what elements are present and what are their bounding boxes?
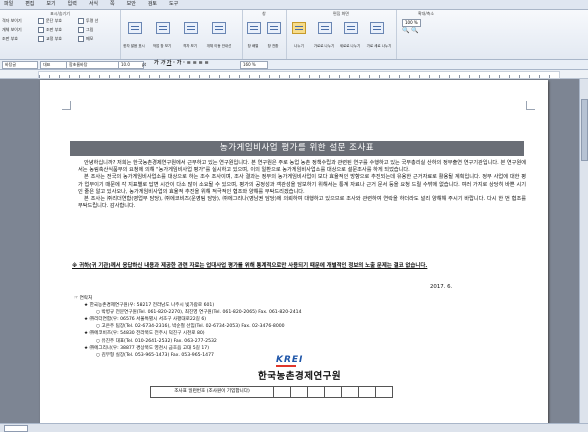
ribbon-group-title: 표시/숨기기 <box>50 11 70 16</box>
para-mark-checkbox[interactable]: 문단 부호 <box>38 18 62 24</box>
unit-label: pt <box>142 62 147 67</box>
menu-page[interactable]: 쪽 <box>106 0 123 8</box>
proof-mark-checkbox[interactable]: 교정 부호 <box>38 36 62 42</box>
ribbon-group-show-hide: 표시/숨기기 격자 보이기 개체 보이기 조판 부호 문단 부호 조판 부호 교… <box>0 10 121 59</box>
ribbon-group-edit-screen: 편집 화면 나누기 가로로 나누기 세로로 나누기 가로 세로 나누기 <box>286 10 397 59</box>
picture-checkbox[interactable]: 그림 <box>78 27 93 33</box>
hanja-icon[interactable] <box>128 22 142 34</box>
zoom-icons[interactable]: 🔍 🔍 <box>402 28 419 34</box>
split-label: 나누기 <box>294 44 304 48</box>
split-both-icon[interactable] <box>370 22 384 34</box>
menu-edit[interactable]: 편집 <box>21 0 42 8</box>
zoom-select[interactable]: 100 % <box>402 19 421 27</box>
margin-corner-tr <box>526 101 535 110</box>
edit-screen-group-title: 편집 화면 <box>333 11 349 16</box>
logo-accent-line <box>276 365 296 367</box>
margin-corner-tl <box>62 101 71 110</box>
contact-org: ★ ㈜에코비즈(우: 54830 전라북도 전주시 덕진구 시천로 80) <box>84 331 205 337</box>
grid-show-label[interactable]: 격자 보이기 <box>2 18 22 23</box>
contact-person: ○ 유진주 대표(Tel. 010-2641-2532) Fax. 063-27… <box>96 338 217 344</box>
privacy-notice: ※ 귀하(귀 기관)께서 응답하신 내용과 제공한 관련 자료는 업대사업 평가… <box>72 263 428 269</box>
arrange-window-icon[interactable] <box>247 22 261 34</box>
font-size-input[interactable]: 10.0 <box>118 61 144 69</box>
taskpane-icon[interactable] <box>156 22 170 34</box>
split-vertical-icon[interactable] <box>344 22 358 34</box>
serial-cell[interactable] <box>274 387 291 397</box>
memo-checkbox[interactable]: 메모 <box>78 36 93 42</box>
contact-org: ★ 한국농촌경제연구원(우: 58217 전라남도 나주시 빛가람로 601) <box>84 303 215 309</box>
serial-cell[interactable] <box>325 387 342 397</box>
ribbon-group-window: 창 창 배열 창 전환 <box>242 10 287 59</box>
menu-file[interactable]: 파일 <box>0 0 21 8</box>
guide-label: 개체 이동 안내선 <box>206 44 232 48</box>
split-horizontal-label: 가로로 나누기 <box>313 44 335 48</box>
grid-icon[interactable] <box>184 22 198 34</box>
krei-logo: KREI <box>276 355 304 365</box>
guide-icon[interactable] <box>212 22 226 34</box>
scroll-thumb[interactable] <box>581 99 588 161</box>
contact-org: ★ ㈜리더연합(우: 06576 서울특별시 서초구 사평대로22길 6) <box>84 317 207 323</box>
contacts-title: ☞ 연락처 <box>74 296 93 301</box>
serial-cell[interactable] <box>342 387 359 397</box>
menu-review[interactable]: 검토 <box>144 0 165 8</box>
menu-view[interactable]: 보기 <box>42 0 63 8</box>
markup-label[interactable]: 조판 부호 <box>2 36 18 41</box>
grid-label: 격자 보기 <box>183 44 197 48</box>
document-date: 2017. 6. <box>430 284 453 290</box>
menu-format[interactable]: 서식 <box>85 0 106 8</box>
contact-person: ○ 박병규 전문연구원(Tel. 061-820-2270), 최진영 연구원(… <box>96 310 302 316</box>
organization-name: 한국농촌경제연구원 <box>258 371 342 382</box>
font-lang-select[interactable]: 대표 <box>40 61 68 69</box>
format-toolbar: 바탕글 대표 함초롬바탕 10.0 pt 가 가 가 · 가 · ≡ ≡ ≡ ≡… <box>0 60 588 70</box>
menu-security[interactable]: 보안 <box>123 0 144 8</box>
style-select[interactable]: 바탕글 <box>2 61 38 69</box>
serial-cell[interactable] <box>376 387 392 397</box>
ribbon-group-zoom: 확대/축소 100 % 🔍 🔍 <box>396 10 456 59</box>
ctrl-mark-checkbox[interactable]: 조판 부호 <box>38 27 62 33</box>
page-tab[interactable] <box>4 425 28 432</box>
contact-person: ○ 고은주 팀장(Tel. 02-6734-2316), 박순철 선임(Tel.… <box>96 324 285 330</box>
paragraph-purpose: 본 조사는 전국의 농가게임비사업소를 대상으로 하는 조수 조사이며, 조사 … <box>78 174 526 195</box>
serial-cell[interactable] <box>359 387 376 397</box>
serial-cell[interactable] <box>308 387 325 397</box>
clear-line-checkbox[interactable]: 투명 선 <box>78 18 98 24</box>
split-vertical-label: 세로로 나누기 <box>339 44 361 48</box>
arrange-window-label: 창 배열 <box>247 44 259 48</box>
horizontal-ruler <box>0 70 588 79</box>
line-spacing-select[interactable]: 160 % <box>240 61 268 69</box>
menu-tools[interactable]: 도구 <box>165 0 186 8</box>
document-body: 안녕하십니까? 저희는 한국농촌경제연구원에서 근무하고 있는 연구원입니다. … <box>78 160 526 210</box>
paragraph-intro: 안녕하십니까? 저희는 한국농촌경제연구원에서 근무하고 있는 연구원입니다. … <box>78 160 526 174</box>
menu-insert[interactable]: 입력 <box>64 0 85 8</box>
serial-number-box: 조사표 일련번호 (조사원이 기입합니다) <box>150 386 393 398</box>
switch-window-icon[interactable] <box>267 22 281 34</box>
serial-cell[interactable] <box>291 387 308 397</box>
window-group-title: 창 <box>262 11 266 16</box>
document-title: 농가게임비사업 평가를 위한 설문 조사표 <box>70 141 524 156</box>
vertical-scrollbar[interactable] <box>579 79 588 424</box>
ribbon-group-view-tools: 한자 발음 표시 작업 창 보기 격자 보기 개체 이동 안내선 <box>120 10 243 59</box>
menu-bar: 파일 편집 보기 입력 서식 쪽 보안 검토 도구 <box>0 0 588 10</box>
contacts-section: ☞ 연락처 ★ 한국농촌경제연구원(우: 58217 전라남도 나주시 빛가람로… <box>74 295 514 359</box>
contact-org: ★ ㈜에그리나(우: 38877 경상북도 영천시 금호읍 고대 5길 17) <box>84 345 209 351</box>
text-style-buttons[interactable]: 가 가 가 · 가 · ≡ ≡ ≡ ≡ <box>154 61 209 66</box>
serial-number-label: 조사표 일련번호 (조사원이 기입합니다) <box>151 387 274 397</box>
paragraph-agency: 본 조사는 ㈜리더연합(영업부 담당), ㈜에코비즈(운영팀 담당), ㈜에그리… <box>78 196 526 210</box>
hanja-label: 한자 발음 표시 <box>123 44 145 48</box>
split-icon[interactable] <box>292 22 306 34</box>
horizontal-scrollbar[interactable] <box>0 423 588 432</box>
taskpane-label: 작업 창 보기 <box>152 44 172 48</box>
split-horizontal-icon[interactable] <box>318 22 332 34</box>
zoom-group-title: 확대/축소 <box>417 11 435 16</box>
switch-window-label: 창 전환 <box>267 44 279 48</box>
split-both-label: 가로 세로 나누기 <box>366 44 392 48</box>
ribbon-toolbar: 표시/숨기기 격자 보이기 개체 보이기 조판 부호 문단 부호 조판 부호 교… <box>0 10 588 60</box>
font-name-select[interactable]: 함초롬바탕 <box>66 61 120 69</box>
object-show-label[interactable]: 개체 보이기 <box>2 27 22 32</box>
